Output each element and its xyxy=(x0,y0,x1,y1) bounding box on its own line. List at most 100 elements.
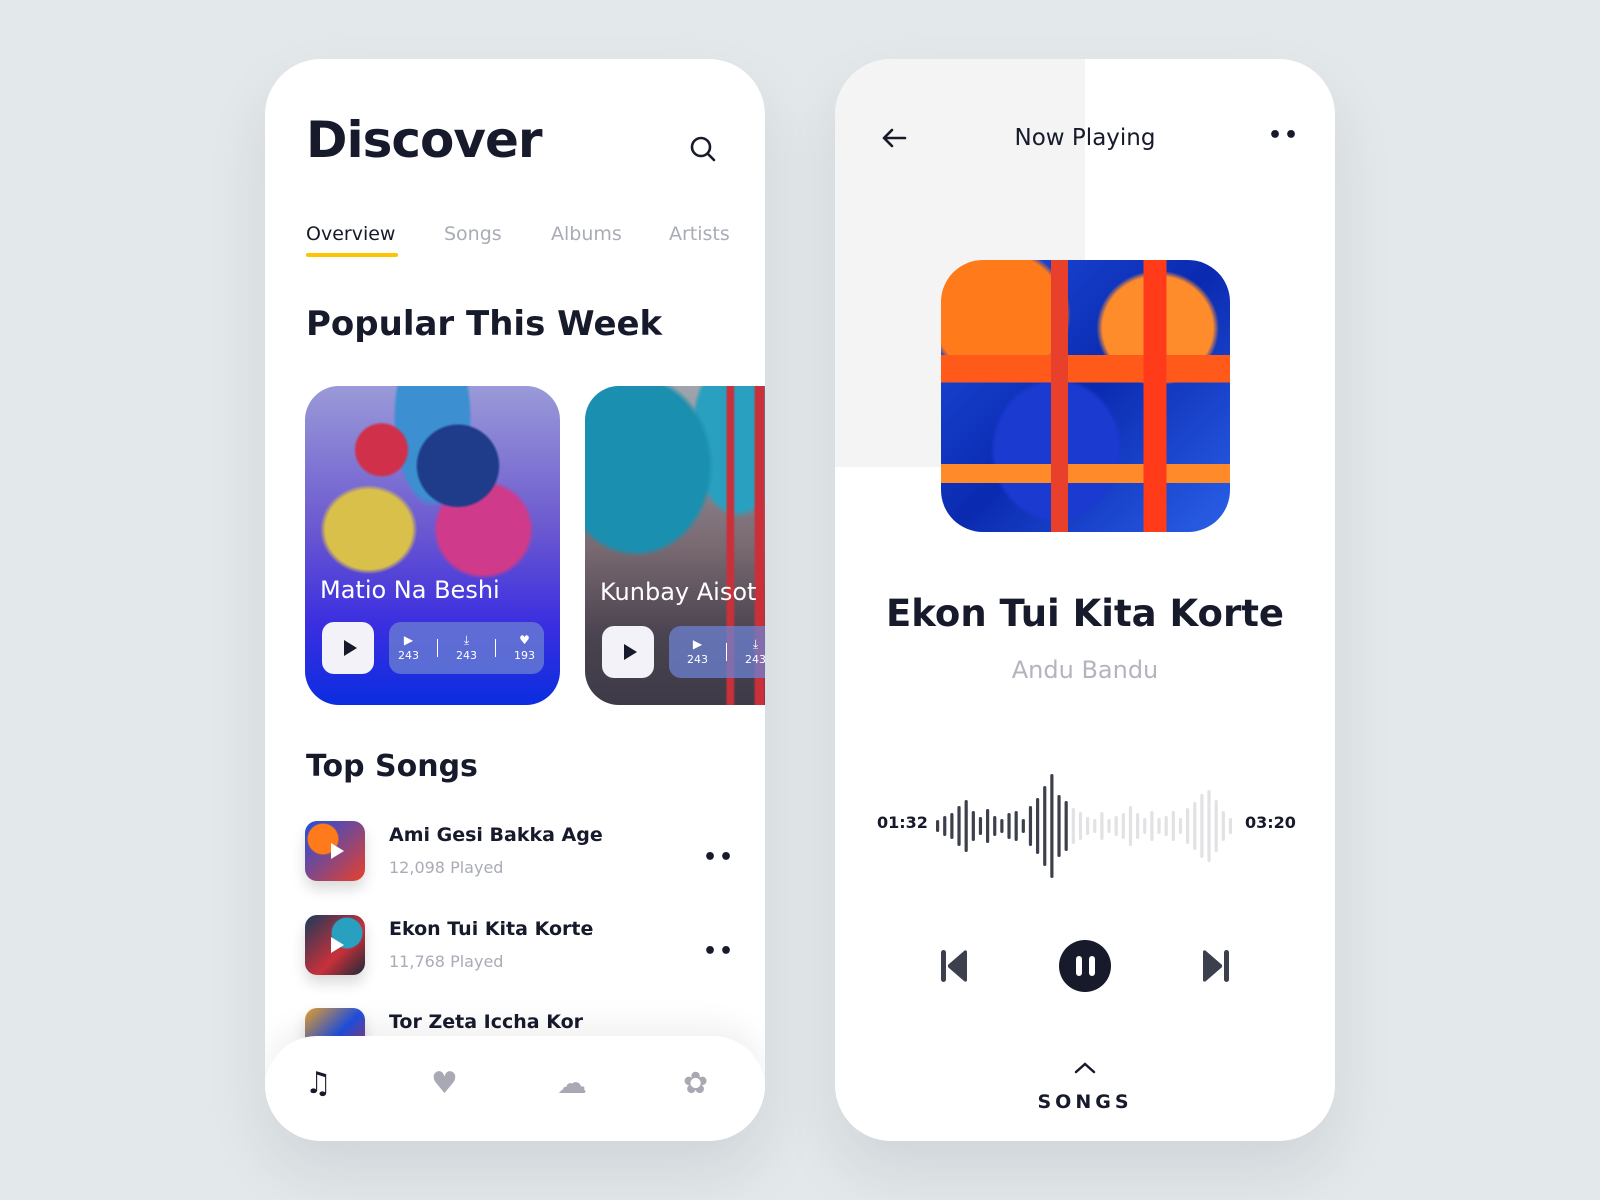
album-art xyxy=(941,260,1230,532)
waveform-bar-played xyxy=(986,809,990,843)
heart-icon: ♥ xyxy=(519,633,530,647)
waveform-bar xyxy=(1128,806,1133,846)
waveform-bar xyxy=(1221,811,1225,841)
album-name: Matio Na Beshi xyxy=(320,576,500,604)
waveform-bar xyxy=(1121,813,1125,839)
download-icon: ⤓ xyxy=(463,633,470,647)
waveform-bar xyxy=(1086,817,1090,835)
tab-albums[interactable]: Albums xyxy=(551,223,622,245)
settings-icon[interactable]: ✿ xyxy=(683,1066,708,1101)
waveform-bar-played xyxy=(978,817,983,835)
album-card[interactable]: Matio Na Beshi ▶ 243 ⤓ 243 ♥ 193 xyxy=(305,386,560,705)
song-play-count: 11,768 Played xyxy=(389,952,504,971)
more-options-icon[interactable]: •• xyxy=(703,845,735,870)
song-list-item[interactable]: Ami Gesi Bakka Age 12,098 Played •• xyxy=(305,821,735,881)
plays-count: 243 xyxy=(687,653,708,666)
play-button[interactable] xyxy=(602,626,654,678)
song-title: Ami Gesi Bakka Age xyxy=(389,824,603,846)
popular-heading: Popular This Week xyxy=(306,304,663,344)
play-icon: ▶ xyxy=(403,633,414,647)
waveform-bar-played xyxy=(957,806,961,846)
song-title: Tor Zeta Iccha Kor xyxy=(389,1011,584,1033)
pause-icon xyxy=(1075,956,1082,976)
song-play-count: 12,098 Played xyxy=(389,858,504,877)
album-stats: ▶ 243 ⤓ 243 xyxy=(669,626,765,678)
play-icon xyxy=(331,843,344,859)
downloads-count: 243 xyxy=(745,653,765,666)
download-icon: ⤓ xyxy=(752,637,759,651)
music-icon[interactable]: ♫ xyxy=(305,1066,332,1101)
waveform-bar xyxy=(1071,808,1075,844)
active-tab-indicator xyxy=(306,253,398,257)
waveform-bar xyxy=(1171,811,1175,841)
likes-count: 193 xyxy=(514,649,535,662)
waveform-bar xyxy=(1143,818,1147,834)
song-thumbnail xyxy=(305,821,365,881)
play-icon xyxy=(623,644,637,660)
waveform-bar-played xyxy=(964,800,968,852)
waveform-bar xyxy=(1093,819,1097,833)
waveform-bar xyxy=(1193,802,1197,850)
waveform-bar-played xyxy=(1014,811,1018,841)
tab-overview[interactable]: Overview xyxy=(306,223,395,245)
waveform-bar-played xyxy=(1043,786,1047,866)
more-options-icon[interactable]: •• xyxy=(1268,123,1300,148)
waveform-bar-played xyxy=(1036,798,1040,854)
divider xyxy=(495,639,496,657)
tab-songs[interactable]: Songs xyxy=(444,223,502,245)
elapsed-time: 01:32 xyxy=(877,813,928,832)
page-title: Discover xyxy=(306,111,543,169)
waveform-bar-played xyxy=(1000,819,1004,833)
cloud-download-icon[interactable]: ☁ xyxy=(557,1066,587,1101)
waveform-bar xyxy=(1228,818,1233,834)
downloads-count: 243 xyxy=(456,649,477,662)
song-list-item[interactable]: Ekon Tui Kita Korte 11,768 Played •• xyxy=(305,915,735,975)
song-title: Ekon Tui Kita Korte xyxy=(389,918,594,940)
waveform-bar-played xyxy=(950,813,954,839)
plays-count: 243 xyxy=(398,649,419,662)
bottom-nav: ♫ ♥ ☁ ✿ xyxy=(265,1036,765,1141)
pause-icon xyxy=(1088,956,1095,976)
play-button[interactable] xyxy=(322,622,374,674)
waveform-bar xyxy=(1200,794,1204,858)
chevron-up-icon[interactable] xyxy=(1073,1061,1097,1075)
search-icon[interactable] xyxy=(689,135,717,163)
play-icon xyxy=(331,937,344,953)
heart-icon[interactable]: ♥ xyxy=(431,1066,458,1101)
previous-track-icon[interactable] xyxy=(940,949,970,983)
play-icon xyxy=(343,640,357,656)
song-title: Ekon Tui Kita Korte xyxy=(886,592,1284,635)
waveform-bar-played xyxy=(1057,795,1061,857)
waveform-bar-played xyxy=(1064,801,1068,851)
waveform-seekbar[interactable] xyxy=(934,771,1234,881)
waveform-bar xyxy=(1214,800,1218,852)
songs-drawer-button[interactable]: SONGS xyxy=(835,1091,1335,1113)
waveform-bar-played xyxy=(943,816,947,836)
more-options-icon[interactable]: •• xyxy=(703,939,735,964)
waveform-bar xyxy=(1136,813,1140,839)
waveform-bar xyxy=(1207,790,1211,862)
tab-artists[interactable]: Artists xyxy=(669,223,730,245)
waveform-bar xyxy=(1157,818,1161,834)
album-stats: ▶ 243 ⤓ 243 ♥ 193 xyxy=(389,622,544,674)
top-songs-heading: Top Songs xyxy=(306,749,478,784)
waveform-bar-played xyxy=(1028,806,1033,846)
waveform-bar-played xyxy=(993,816,997,836)
album-name: Kunbay Aisot xyxy=(600,578,757,606)
waveform-bar-played xyxy=(1021,819,1025,833)
waveform-bar xyxy=(1178,818,1183,834)
artist-name: Andu Bandu xyxy=(1011,656,1159,684)
waveform-bar xyxy=(1107,819,1111,833)
album-card[interactable]: Kunbay Aisot ▶ 243 ⤓ 243 xyxy=(585,386,765,705)
next-track-icon[interactable] xyxy=(1200,949,1230,983)
waveform-bar xyxy=(1186,808,1190,844)
divider xyxy=(437,639,438,657)
waveform-bar xyxy=(1114,816,1118,836)
waveform-bar-played xyxy=(971,811,975,841)
pause-button[interactable] xyxy=(1059,940,1111,992)
waveform-bar xyxy=(1100,812,1104,840)
waveform-bar-played xyxy=(936,820,940,832)
waveform-bar-played xyxy=(1050,774,1054,878)
screen-title: Now Playing xyxy=(1014,125,1156,151)
waveform-bar-played xyxy=(1007,813,1011,839)
